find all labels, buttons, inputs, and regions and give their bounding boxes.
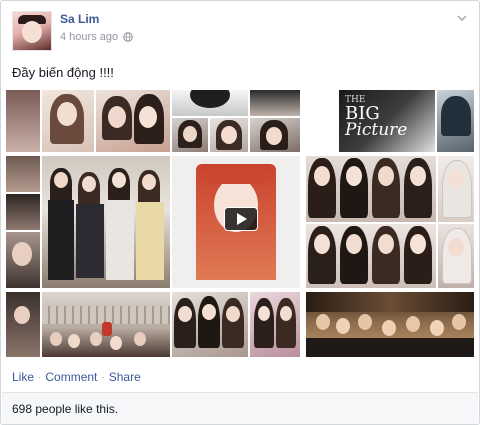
post-card: Sa Lim 4 hours ago Đầy biến động !!!! TH… — [0, 0, 480, 425]
photo-tile[interactable] — [172, 90, 248, 116]
photo-collage: THE BIG Picture — [6, 90, 474, 357]
post-timestamp[interactable]: 4 hours ago — [60, 31, 118, 43]
photo-tile[interactable] — [6, 156, 40, 192]
likes-summary[interactable]: 698 people like this. — [12, 402, 118, 416]
photo-tile[interactable] — [306, 156, 436, 222]
photo-tile[interactable] — [172, 118, 208, 152]
separator-dot: · — [38, 371, 42, 383]
photo-tile[interactable] — [42, 156, 170, 288]
photo-tile[interactable] — [250, 292, 300, 357]
separator-dot: · — [101, 371, 105, 383]
photo-tile[interactable] — [438, 224, 474, 288]
photo-tile[interactable] — [438, 156, 474, 222]
photo-tile[interactable] — [6, 90, 40, 152]
photo-tile[interactable] — [6, 232, 40, 288]
likes-bar: 698 people like this. — [2, 392, 478, 424]
photo-tile[interactable] — [306, 292, 474, 357]
photo-tile[interactable] — [437, 90, 474, 152]
post-status-text: Đầy biến động !!!! — [12, 65, 114, 80]
photo-tile[interactable] — [250, 118, 300, 152]
chevron-down-icon[interactable] — [455, 11, 469, 25]
photo-tile[interactable] — [172, 292, 248, 357]
share-link[interactable]: Share — [109, 370, 141, 384]
photo-tile[interactable] — [306, 224, 436, 288]
photo-tile[interactable] — [6, 194, 40, 230]
like-link[interactable]: Like — [12, 370, 34, 384]
photo-tile[interactable] — [210, 118, 248, 152]
comment-link[interactable]: Comment — [45, 370, 97, 384]
globe-icon[interactable] — [123, 32, 133, 42]
avatar-face — [22, 21, 42, 43]
video-tile[interactable] — [172, 156, 300, 288]
photo-tile-big-picture[interactable]: THE BIG Picture — [339, 90, 435, 152]
big-picture-text: THE BIG Picture — [345, 95, 408, 140]
photo-tile[interactable] — [96, 90, 170, 152]
author-name[interactable]: Sa Lim — [60, 12, 99, 26]
photo-tile[interactable] — [42, 292, 170, 357]
photo-tile[interactable] — [42, 90, 94, 152]
post-actions: Like · Comment · Share — [12, 370, 141, 384]
play-icon[interactable] — [224, 207, 258, 231]
author-avatar[interactable] — [12, 11, 52, 51]
photo-tile[interactable] — [250, 90, 300, 116]
post-meta: 4 hours ago — [60, 31, 133, 43]
photo-tile[interactable] — [6, 292, 40, 357]
